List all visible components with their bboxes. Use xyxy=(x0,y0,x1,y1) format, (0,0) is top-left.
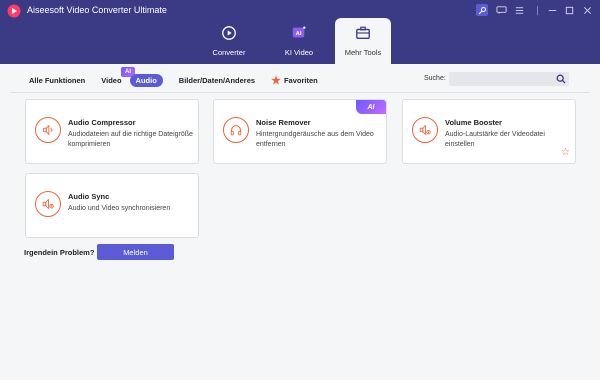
category-label: Favoriten xyxy=(283,75,318,85)
audio-sync-icon xyxy=(35,191,61,217)
tab-converter[interactable]: Converter xyxy=(195,18,263,64)
card-description: Hintergrundgeräusche aus dem Video entfe… xyxy=(256,131,374,148)
ai-badge: AI xyxy=(356,100,386,114)
card-description: Audio-Lautstärke der Videodatei einstell… xyxy=(445,131,545,148)
star-icon: ★ xyxy=(271,74,281,87)
divider xyxy=(10,92,590,93)
card-description: Audio und Video synchronisieren xyxy=(68,205,171,212)
favorite-star-icon[interactable]: ☆ xyxy=(561,148,570,158)
main-tabs: Converter AI KI Video Mehr Tools xyxy=(195,18,393,64)
tab-ki-video[interactable]: AI KI Video xyxy=(265,18,333,64)
tab-mehr-tools[interactable]: Mehr Tools xyxy=(335,18,391,64)
category-alle-funktionen[interactable]: Alle Funktionen xyxy=(29,76,85,85)
headphones-icon xyxy=(223,117,249,143)
toolbox-icon xyxy=(354,24,372,42)
tab-label: KI Video xyxy=(284,48,314,57)
separator-icon xyxy=(530,3,544,17)
key-icon[interactable] xyxy=(476,4,488,16)
minimize-icon[interactable] xyxy=(545,3,559,17)
svg-text:AI: AI xyxy=(296,31,302,37)
card-title: Audio Compressor xyxy=(68,118,136,127)
tool-card-audio-sync[interactable]: Audio Sync Audio und Video synchronisier… xyxy=(25,173,199,238)
tab-label: Converter xyxy=(212,48,246,57)
category-video[interactable]: Video xyxy=(101,76,121,85)
card-description: Audiodateien auf die richtige Dateigröße… xyxy=(68,131,193,148)
category-bilder-daten-anderes[interactable]: Bilder/Daten/Anderes xyxy=(179,76,255,85)
tool-card-audio-compressor[interactable]: Audio Compressor Audiodateien auf die ri… xyxy=(25,99,199,164)
category-audio[interactable]: Audio xyxy=(129,73,163,87)
app-logo-icon xyxy=(7,4,21,18)
menu-icon[interactable] xyxy=(512,3,526,17)
card-title: Noise Remover xyxy=(256,118,311,127)
category-nav: Alle Funktionen Video Audio Bilder/Daten… xyxy=(29,73,334,87)
close-icon[interactable] xyxy=(580,3,594,17)
maximize-icon[interactable] xyxy=(562,3,576,17)
card-title: Volume Booster xyxy=(445,118,502,127)
converter-icon xyxy=(220,24,238,42)
card-title: Audio Sync xyxy=(68,192,110,201)
category-favoriten[interactable]: ★ Favoriten xyxy=(271,74,318,87)
volume-icon xyxy=(412,117,438,143)
problem-label: Irgendein Problem? xyxy=(24,248,95,257)
tab-label: Mehr Tools xyxy=(344,48,382,57)
tool-card-noise-remover[interactable]: AI Noise Remover Hintergrundgeräusche au… xyxy=(213,99,387,164)
search-input[interactable] xyxy=(449,72,569,86)
title-bar: Aiseesoft Video Converter Ultimate Conve… xyxy=(0,0,600,64)
audio-compress-icon xyxy=(35,117,61,143)
search-label: Suche: xyxy=(424,75,446,82)
app-title: Aiseesoft Video Converter Ultimate xyxy=(27,5,167,15)
tool-card-volume-booster[interactable]: Volume Booster Audio-Lautstärke der Vide… xyxy=(402,99,576,164)
search-icon[interactable] xyxy=(556,74,566,84)
ai-video-icon: AI xyxy=(290,24,308,42)
report-button[interactable]: Melden xyxy=(97,244,174,260)
chat-icon[interactable] xyxy=(494,3,508,17)
